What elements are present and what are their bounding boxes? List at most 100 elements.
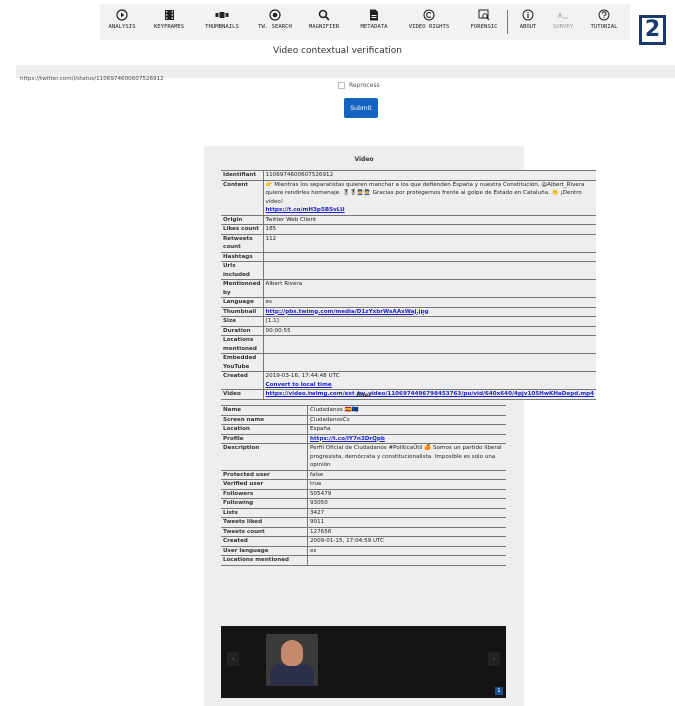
table-row: Locations mentioned	[221, 555, 506, 566]
tool-label: KEYFRAMES	[153, 24, 185, 30]
table-row: Name Ciudadanos 🇪🇸🇪🇺	[221, 405, 506, 416]
reprocess-option[interactable]: Reprocess	[338, 82, 380, 89]
help-icon	[572, 8, 636, 22]
row-value-text: Twitter Web Client	[265, 216, 317, 223]
row-link[interactable]: Convert to local time	[266, 382, 332, 388]
row-value-text: 127658	[310, 528, 332, 535]
row-value-text: false	[310, 471, 324, 478]
row-key: Embedded YouTube	[221, 353, 264, 372]
row-key: Following	[221, 498, 308, 509]
table-row: Locations mentioned	[221, 335, 597, 354]
row-link[interactable]: https://t.co/lY7n3DrQpb	[310, 436, 385, 442]
row-value: 93050	[307, 498, 506, 509]
row-key: Locations mentioned	[221, 555, 308, 566]
row-value: 505479	[307, 489, 506, 499]
row-value-text: 93050	[310, 500, 328, 506]
row-value	[263, 252, 597, 262]
row-link[interactable]: https://t.co/mH3p5BSvLU	[266, 207, 345, 213]
row-key: Followers	[221, 489, 308, 499]
row-value: 👉 Mientras los separatistas quieren manc…	[263, 180, 597, 216]
row-value: CiudadanosCs	[307, 415, 506, 425]
table-row: Created 2019-03-16, 17:44:48 UTC Convert t…	[221, 371, 597, 390]
row-value: 2009-01-15, 17:04:59 UTC	[307, 536, 506, 547]
row-value: Perfil Oficial de Ciudadanos #PolíticaÚt…	[307, 443, 506, 471]
row-key: Hashtags	[221, 252, 264, 262]
row-value: es	[263, 297, 597, 308]
row-key: Tweets count	[221, 527, 308, 537]
row-key: Location	[221, 424, 308, 435]
row-value: Albert Rivera	[263, 279, 597, 298]
row-key: Name	[221, 405, 308, 416]
row-value: 112	[263, 234, 597, 253]
row-value-text: 2019-03-16, 17:44:48 UTC	[265, 373, 340, 379]
row-key: Created	[221, 536, 308, 547]
prev-arrow-icon[interactable]: ‹	[227, 652, 239, 666]
row-value: 00:00:55	[263, 326, 597, 336]
table-row: Tweets count 127658	[221, 527, 506, 537]
row-value	[307, 555, 506, 566]
video-section-title: Video	[354, 156, 374, 163]
results-panel: Video Identifiant 1106974600607526912 Cont…	[204, 146, 597, 706]
table-row: Content 👉 Mientras los separatistas quier…	[221, 180, 597, 216]
tool-label: FORENSIC	[470, 24, 498, 30]
row-value	[263, 335, 597, 354]
table-row: Likes count 185	[221, 224, 597, 235]
video-gallery: ‹ › 1	[221, 626, 506, 698]
tool-label: TUTORIAL	[590, 24, 618, 30]
submit-button[interactable]: Submit	[344, 98, 378, 118]
row-value-text: es	[265, 299, 272, 305]
table-row: Origin Twitter Web Client	[221, 215, 597, 225]
table-row: Size [1,1]	[221, 316, 597, 327]
table-row: Profile https://t.co/lY7n3DrQpb	[221, 434, 506, 444]
table-row: Retweets count 112	[221, 234, 597, 253]
row-key: Mentionned by	[221, 279, 264, 298]
table-row: Followers 505479	[221, 489, 506, 499]
row-value: 2019-03-16, 17:44:48 UTC Convert to local…	[263, 371, 597, 390]
row-value: false	[307, 470, 506, 480]
tool-label: MAGNIFIER	[308, 24, 340, 30]
table-row: Duration 00:00:55	[221, 326, 597, 336]
tool-label: VIDEO RIGHTS	[408, 24, 450, 30]
row-value: 1106974600607526912	[263, 170, 597, 181]
row-key: Profile	[221, 434, 308, 444]
row-key: Retweets count	[221, 234, 264, 253]
video-thumbnail[interactable]	[266, 634, 318, 686]
row-key: Locations mentioned	[221, 335, 264, 354]
table-row: Screen name CiudadanosCs	[221, 415, 506, 425]
user-section-title: User	[356, 392, 372, 399]
table-row: Tweets liked 9011	[221, 517, 506, 528]
row-value-text: [1,1]	[265, 318, 279, 324]
tool-label: SURVEY	[552, 24, 574, 30]
tool-label: TW. SEARCH	[258, 24, 292, 30]
reprocess-checkbox[interactable]	[338, 82, 345, 89]
row-value-text: es	[310, 547, 317, 554]
row-value-text: 2009-01-15, 17:04:59 UTC	[310, 538, 385, 544]
table-row: Language es	[221, 297, 597, 308]
row-value-text: CiudadanosCs	[310, 416, 350, 423]
row-value: true	[307, 479, 506, 490]
table-row: Mentionned by Albert Rivera	[221, 279, 597, 298]
table-row: Description Perfil Oficial de Ciudadanos …	[221, 443, 506, 471]
table-row: Urls included	[221, 261, 597, 280]
row-key: Duration	[221, 326, 264, 336]
row-key: Language	[221, 297, 264, 308]
row-link[interactable]: http://pbs.twimg.com/media/D1zYxbrWsAAxW…	[266, 309, 429, 315]
row-key: Likes count	[221, 224, 264, 235]
app-logo: 2	[639, 15, 666, 45]
row-value	[263, 261, 597, 280]
row-value-text: Ciudadanos 🇪🇸🇪🇺	[310, 407, 359, 413]
url-bar	[16, 65, 675, 86]
next-arrow-icon[interactable]: ›	[488, 652, 500, 666]
row-value-text: 505479	[310, 490, 332, 497]
person-face-shape	[281, 640, 303, 666]
row-value: https://t.co/lY7n3DrQpb	[307, 434, 506, 444]
table-row: Verified user true	[221, 479, 506, 490]
person-body-shape	[270, 664, 314, 686]
tool-label: METADATA	[360, 24, 388, 30]
tool-tutorial[interactable]: TUTORIAL	[572, 8, 636, 30]
row-key: Tweets liked	[221, 517, 308, 528]
row-value-text: España	[310, 426, 331, 432]
tool-label: THUMBNAILS	[205, 24, 239, 30]
row-value-text: 1106974600607526912	[265, 172, 334, 178]
row-key: Thumbnail	[221, 307, 264, 317]
